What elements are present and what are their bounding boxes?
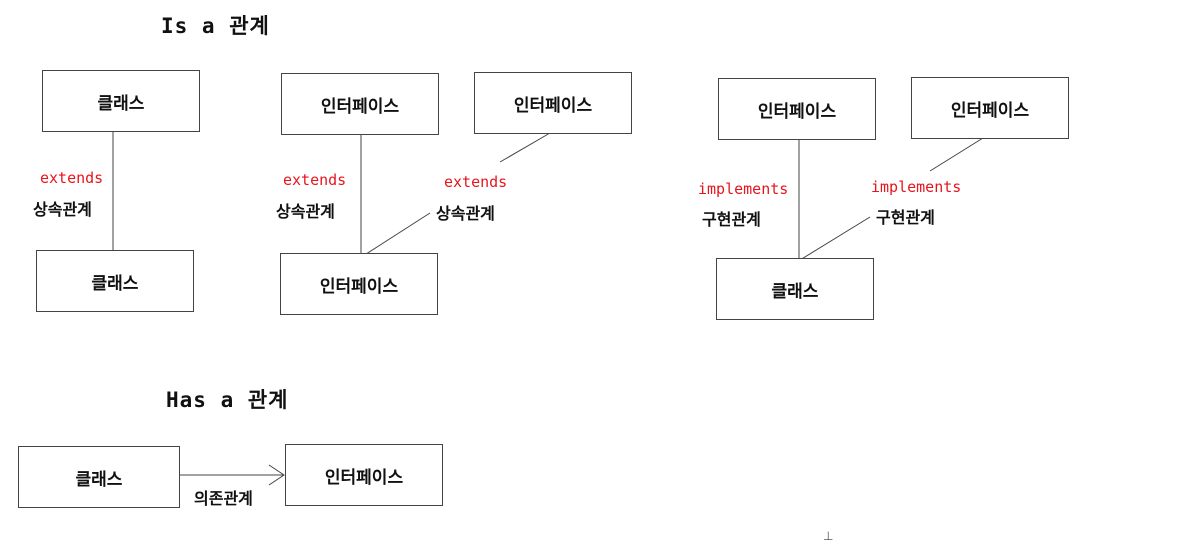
- interface-box-implements-left: 인터페이스: [718, 78, 876, 140]
- inheritance-relation-label: 상속관계: [33, 200, 92, 219]
- extends-keyword-left: extends: [283, 171, 347, 189]
- class-box-top: 클래스: [42, 70, 200, 132]
- extends-keyword-right: extends: [444, 173, 508, 191]
- relationship-diagram: Is a 관계 클래스 extends 상속관계 클래스 인터페이스 인터페이스…: [0, 0, 1188, 543]
- interface-box-implements-right: 인터페이스: [911, 77, 1069, 139]
- class-implements-right-connector-lower: [799, 216, 871, 261]
- class-box-bottom: 클래스: [36, 250, 194, 312]
- dependency-relation-label: 의존관계: [194, 489, 253, 508]
- interface-box-dependency: 인터페이스: [285, 444, 443, 506]
- interface-extends-right-connector-upper: [499, 132, 551, 163]
- interface-box-top-right: 인터페이스: [474, 72, 632, 134]
- interface-extends-right-connector-lower: [362, 212, 431, 257]
- has-a-heading: Has a 관계: [166, 388, 289, 412]
- class-box-implements-bottom: 클래스: [716, 258, 874, 320]
- inheritance-relation-label-right: 상속관계: [436, 204, 495, 223]
- inheritance-relation-label-left: 상속관계: [276, 202, 335, 221]
- implements-keyword-right: implements: [871, 178, 962, 196]
- implements-keyword-left: implements: [698, 180, 789, 198]
- is-a-heading: Is a 관계: [161, 14, 270, 38]
- implementation-relation-label-right: 구현관계: [876, 208, 935, 227]
- interface-box-top-left: 인터페이스: [281, 73, 439, 135]
- interface-box-bottom: 인터페이스: [280, 253, 438, 315]
- class-implements-right-connector-upper: [929, 137, 984, 172]
- extends-keyword: extends: [40, 169, 104, 187]
- class-box-dependency: 클래스: [18, 446, 180, 508]
- implementation-relation-label-left: 구현관계: [702, 210, 761, 229]
